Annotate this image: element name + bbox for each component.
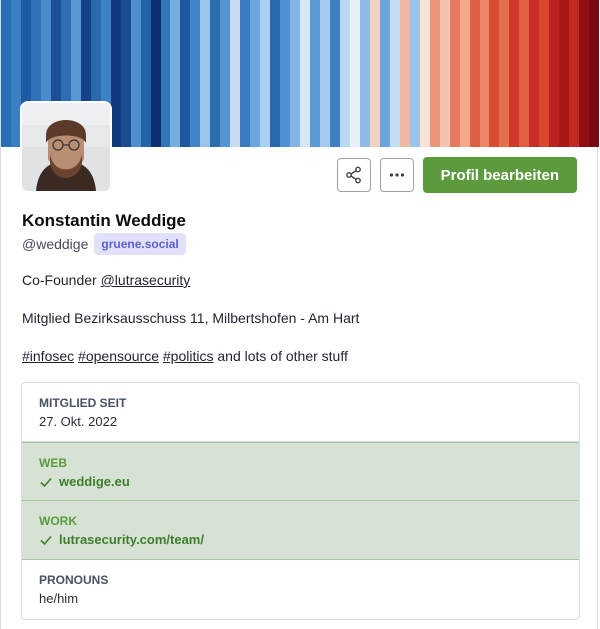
banner-stripe: [489, 0, 500, 147]
banner-stripe: [280, 0, 291, 147]
banner-stripe: [310, 0, 320, 147]
banner-stripe: [270, 0, 281, 147]
profile-card: Profil bearbeiten Konstantin Weddige @we…: [0, 0, 599, 629]
avatar-image: [22, 103, 110, 191]
field-work: WORK lutrasecurity.com/team/: [22, 501, 579, 560]
field-label: MITGLIED SEIT: [39, 396, 127, 410]
banner-stripe: [469, 0, 480, 147]
banner-stripe: [559, 0, 570, 147]
banner-stripe: [220, 0, 231, 147]
mention-link[interactable]: @lutrasecurity: [101, 272, 191, 288]
banner-stripe: [369, 0, 380, 147]
check-icon: [40, 477, 52, 487]
field-label: PRONOUNS: [39, 573, 109, 587]
banner-stripe: [479, 0, 490, 147]
banner-stripe: [589, 0, 599, 147]
banner-stripe: [339, 0, 350, 147]
profile-actions: Profil bearbeiten: [336, 157, 577, 193]
bio-line: Co-Founder @lutrasecurity: [22, 272, 190, 288]
banner-stripe: [519, 0, 530, 147]
banner-stripe: [579, 0, 590, 147]
field-label: WEB: [39, 456, 67, 470]
banner-stripe: [240, 0, 251, 147]
banner-stripe: [170, 0, 181, 147]
bio-line: Mitglied Bezirksausschuss 11, Milbertsho…: [22, 310, 360, 326]
bio-line: #infosec #opensource #politics and lots …: [22, 348, 348, 364]
banner-stripe: [349, 0, 360, 147]
field-value: weddige.eu: [39, 474, 562, 489]
display-name: Konstantin Weddige: [22, 211, 187, 230]
banner-stripe: [290, 0, 301, 147]
check-icon: [40, 535, 52, 545]
banner-stripe: [230, 0, 241, 147]
banner-stripe: [569, 0, 580, 147]
more-options-button[interactable]: [379, 158, 414, 192]
banner-stripe: [499, 0, 510, 147]
web-link[interactable]: weddige.eu: [59, 474, 130, 489]
banner-stripe: [429, 0, 440, 147]
banner-stripe: [439, 0, 450, 147]
banner-stripe: [449, 0, 460, 147]
banner-stripe: [250, 0, 261, 147]
username: @weddige: [22, 236, 89, 252]
banner-stripe: [140, 0, 151, 147]
banner-stripe: [409, 0, 420, 147]
hashtag-link[interactable]: #politics: [163, 348, 214, 364]
banner-stripe: [260, 0, 271, 147]
server-badge[interactable]: gruene.social: [94, 233, 186, 255]
banner-stripe: [200, 0, 211, 147]
banner-stripe: [110, 0, 121, 147]
banner-stripe: [459, 0, 470, 147]
banner-stripe: [190, 0, 201, 147]
banner-stripe: [379, 0, 390, 147]
hashtag-link[interactable]: #opensource: [78, 348, 159, 364]
bio-text: and lots of other stuff: [213, 348, 348, 364]
banner-stripe: [509, 0, 520, 147]
field-web: WEB weddige.eu: [22, 442, 579, 501]
banner-stripe: [329, 0, 340, 147]
banner-stripe: [320, 0, 330, 147]
share-button[interactable]: [336, 158, 371, 192]
bio-text: Co-Founder: [22, 272, 101, 288]
banner-stripe: [1, 0, 11, 147]
more-icon: [389, 173, 404, 177]
banner-stripe: [160, 0, 171, 147]
field-value: 27. Okt. 2022: [39, 414, 118, 429]
banner-stripe: [210, 0, 221, 147]
banner-stripe: [539, 0, 550, 147]
hashtag-link[interactable]: #infosec: [22, 348, 74, 364]
banner-stripe: [419, 0, 430, 147]
field-pronouns: PRONOUNS he/him: [22, 560, 579, 619]
profile-fields: MITGLIED SEIT 27. Okt. 2022 WEB weddige.…: [21, 382, 580, 620]
avatar[interactable]: [20, 101, 112, 193]
banner-stripe: [399, 0, 410, 147]
banner-stripe: [529, 0, 540, 147]
banner-stripe: [359, 0, 370, 147]
banner-stripe: [120, 0, 131, 147]
banner-stripe: [549, 0, 560, 147]
field-value: he/him: [39, 591, 79, 606]
banner-stripe: [150, 0, 161, 147]
banner-stripe: [389, 0, 400, 147]
banner-stripe: [300, 0, 311, 147]
share-icon: [345, 166, 361, 184]
field-value: lutrasecurity.com/team/: [39, 532, 562, 547]
field-member-since: MITGLIED SEIT 27. Okt. 2022: [22, 383, 579, 442]
edit-profile-button[interactable]: Profil bearbeiten: [422, 157, 577, 193]
work-link[interactable]: lutrasecurity.com/team/: [59, 532, 204, 547]
field-label: WORK: [39, 514, 77, 528]
banner-stripe: [130, 0, 141, 147]
account-handle: @weddige gruene.social: [22, 233, 186, 255]
banner-stripe: [180, 0, 191, 147]
